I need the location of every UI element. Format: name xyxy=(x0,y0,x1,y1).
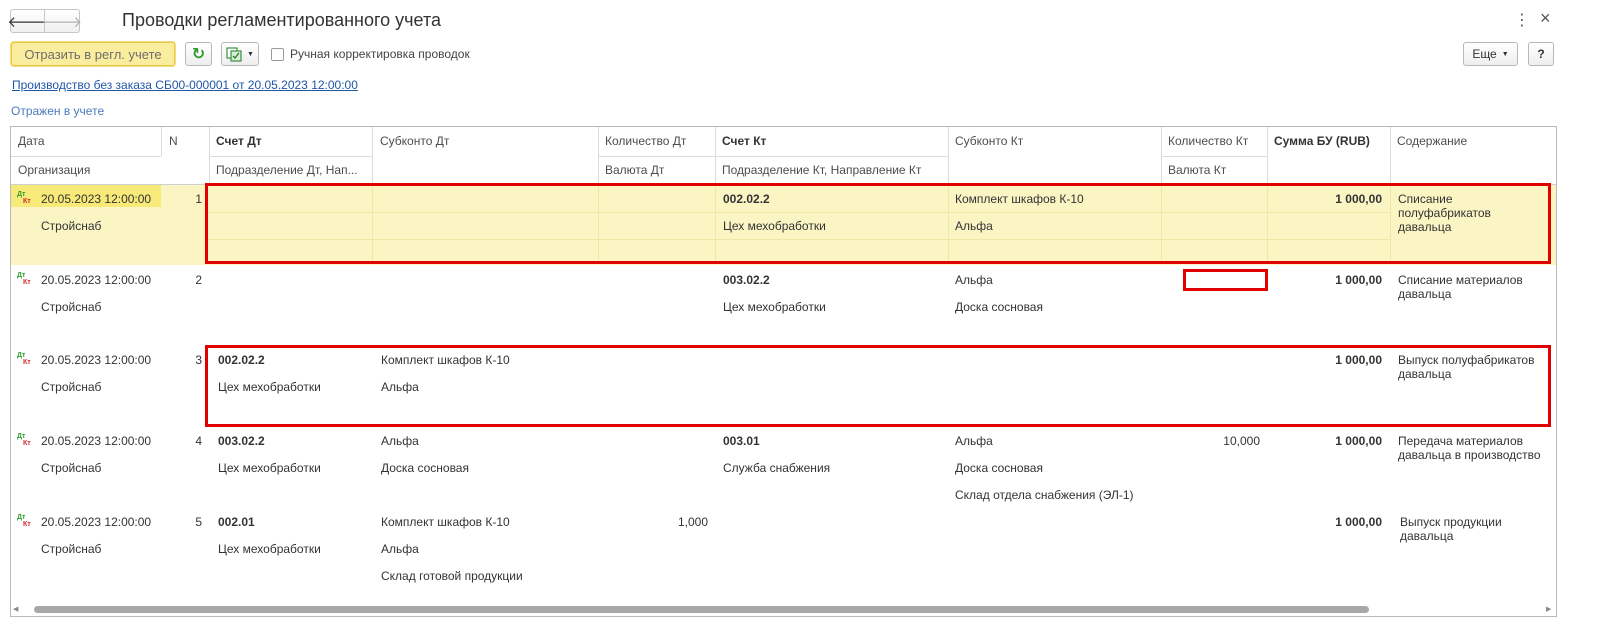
entry-date: 20.05.2023 12:00:00 xyxy=(41,192,152,206)
report-icon xyxy=(226,47,242,62)
entry-account-dt: 003.02.2 xyxy=(218,434,265,448)
more-menu-icon[interactable]: ⋮ xyxy=(1514,10,1530,30)
header-dept-dt[interactable]: Подразделение Дт, Нап... xyxy=(209,156,372,184)
refresh-button[interactable]: ↻ xyxy=(185,42,212,66)
refresh-icon: ↻ xyxy=(191,46,206,63)
help-button[interactable]: ? xyxy=(1528,42,1554,66)
manual-correction-checkbox[interactable] xyxy=(271,48,284,61)
header-subconto-kt[interactable]: Субконто Кт xyxy=(948,127,1161,155)
header-n[interactable]: N xyxy=(161,127,209,155)
entry-subconto-kt-2: Доска сосновая xyxy=(955,300,1043,314)
header-account-dt[interactable]: Счет Дт xyxy=(209,127,372,155)
entry-sum: 1 000,00 xyxy=(1335,273,1382,287)
entry-account-kt: 003.02.2 xyxy=(723,273,770,287)
entry-type-icon: Дт Кт xyxy=(17,191,31,205)
entry-org: Стройснаб xyxy=(41,380,102,394)
entry-date: 20.05.2023 12:00:00 xyxy=(41,515,152,529)
entry-qty-dt: 1,000 xyxy=(677,515,708,529)
header-account-kt[interactable]: Счет Кт xyxy=(715,127,948,155)
more-button[interactable]: Еще ▼ xyxy=(1463,42,1518,66)
header-subconto-dt[interactable]: Субконто Дт xyxy=(373,127,598,155)
entry-type-icon: Дт Кт xyxy=(17,514,31,528)
entry-qty-kt: 10,000 xyxy=(1223,434,1260,448)
status-text: Отражен в учете xyxy=(11,104,105,118)
entry-content: Передача материалов давальца в производс… xyxy=(1398,434,1541,462)
entry-number: 1 xyxy=(195,192,202,206)
reflect-in-accounting-button[interactable]: Отразить в регл. учете xyxy=(11,42,175,66)
horizontal-scrollbar[interactable]: ◀ ▶ xyxy=(10,603,1557,617)
header-qty-kt[interactable]: Количество Кт xyxy=(1161,127,1267,155)
entry-dept-kt: Служба снабжения xyxy=(723,461,831,475)
table-row[interactable]: Дт Кт 20.05.2023 12:00:00 5 Стройснаб 002… xyxy=(11,508,1556,598)
entry-org: Стройснаб xyxy=(41,300,102,314)
entry-sum: 1 000,00 xyxy=(1335,434,1382,448)
forward-button[interactable]: 🡒 xyxy=(41,9,83,33)
header-qty-dt[interactable]: Количество Дт xyxy=(598,127,715,155)
entry-date: 20.05.2023 12:00:00 xyxy=(41,273,152,287)
highlight-box-row-3 xyxy=(205,345,1551,427)
header-currency-dt[interactable]: Валюта Дт xyxy=(598,156,715,184)
scrollbar-thumb[interactable] xyxy=(34,606,1369,613)
highlight-box-qty-kt xyxy=(1183,269,1268,291)
entry-number: 5 xyxy=(195,515,202,529)
table-row[interactable]: Дт Кт 20.05.2023 12:00:00 4 Стройснаб 003… xyxy=(11,427,1556,508)
chevron-down-icon: ▼ xyxy=(1501,50,1509,58)
entry-subconto-kt-3: Склад отдела снабжения (ЭЛ-1) xyxy=(955,488,1134,502)
entry-account-dt: 002.01 xyxy=(218,515,255,529)
arrow-right-icon: 🡒 xyxy=(41,13,83,31)
entry-number: 3 xyxy=(195,353,202,367)
manual-correction-label: Ручная корректировка проводок xyxy=(290,47,470,61)
entry-type-icon: Дт Кт xyxy=(17,433,31,447)
entry-subconto-dt-1: Комплект шкафов К-10 xyxy=(381,515,510,529)
header-content[interactable]: Содержание xyxy=(1390,127,1556,155)
more-label: Еще xyxy=(1472,47,1497,61)
entry-content: Выпуск продукции давальца xyxy=(1400,515,1502,543)
entry-date: 20.05.2023 12:00:00 xyxy=(41,434,152,448)
navigation-buttons: 🡐 🡒 xyxy=(7,9,83,33)
entry-subconto-kt-1: Альфа xyxy=(955,273,993,287)
entry-subconto-dt-2: Альфа xyxy=(381,542,419,556)
entry-type-icon: Дт Кт xyxy=(17,352,31,366)
close-icon[interactable]: × xyxy=(1540,8,1551,29)
entry-account-kt: 003.01 xyxy=(723,434,760,448)
entry-org: Стройснаб xyxy=(41,542,102,556)
entry-org: Стройснаб xyxy=(41,461,102,475)
entry-number: 2 xyxy=(195,273,202,287)
entry-dept-dt: Цех мехобработки xyxy=(218,461,321,475)
entry-subconto-kt-2: Доска сосновая xyxy=(955,461,1043,475)
entry-content: Списание материалов давальца xyxy=(1398,273,1523,301)
page-title: Проводки регламентированного учета xyxy=(122,10,442,30)
report-dropdown-button[interactable]: ▼ xyxy=(221,42,259,66)
highlight-box-row-1 xyxy=(205,183,1551,264)
entry-dept-dt: Цех мехобработки xyxy=(218,542,321,556)
header-org[interactable]: Организация xyxy=(11,156,161,184)
header-date[interactable]: Дата xyxy=(11,127,161,155)
entry-type-icon: Дт Кт xyxy=(17,272,31,286)
entry-subconto-kt-1: Альфа xyxy=(955,434,993,448)
document-link[interactable]: Производство без заказа СБ00-000001 от 2… xyxy=(12,78,358,92)
header-currency-kt[interactable]: Валюта Кт xyxy=(1161,156,1267,184)
entry-subconto-dt-1: Альфа xyxy=(381,434,419,448)
entry-dept-kt: Цех мехобработки xyxy=(723,300,826,314)
entry-org: Стройснаб xyxy=(41,219,102,233)
entry-number: 4 xyxy=(195,434,202,448)
entry-date: 20.05.2023 12:00:00 xyxy=(41,353,152,367)
entry-subconto-dt-3: Склад готовой продукции xyxy=(381,569,523,583)
table-row[interactable]: Дт Кт 20.05.2023 12:00:00 2 Стройснаб 003… xyxy=(11,266,1556,346)
chevron-down-icon: ▼ xyxy=(247,50,254,58)
scroll-right-icon[interactable]: ▶ xyxy=(1546,605,1551,613)
table-header: Дата N Счет Дт Субконто Дт Количество Дт… xyxy=(11,127,1556,185)
header-sum[interactable]: Сумма БУ (RUB) xyxy=(1267,127,1390,155)
header-dept-kt[interactable]: Подразделение Кт, Направление Кт xyxy=(715,156,948,184)
scroll-left-icon[interactable]: ◀ xyxy=(13,605,18,613)
entry-subconto-dt-2: Доска сосновая xyxy=(381,461,469,475)
back-button[interactable]: 🡐 xyxy=(7,9,48,33)
entry-sum: 1 000,00 xyxy=(1335,515,1382,529)
